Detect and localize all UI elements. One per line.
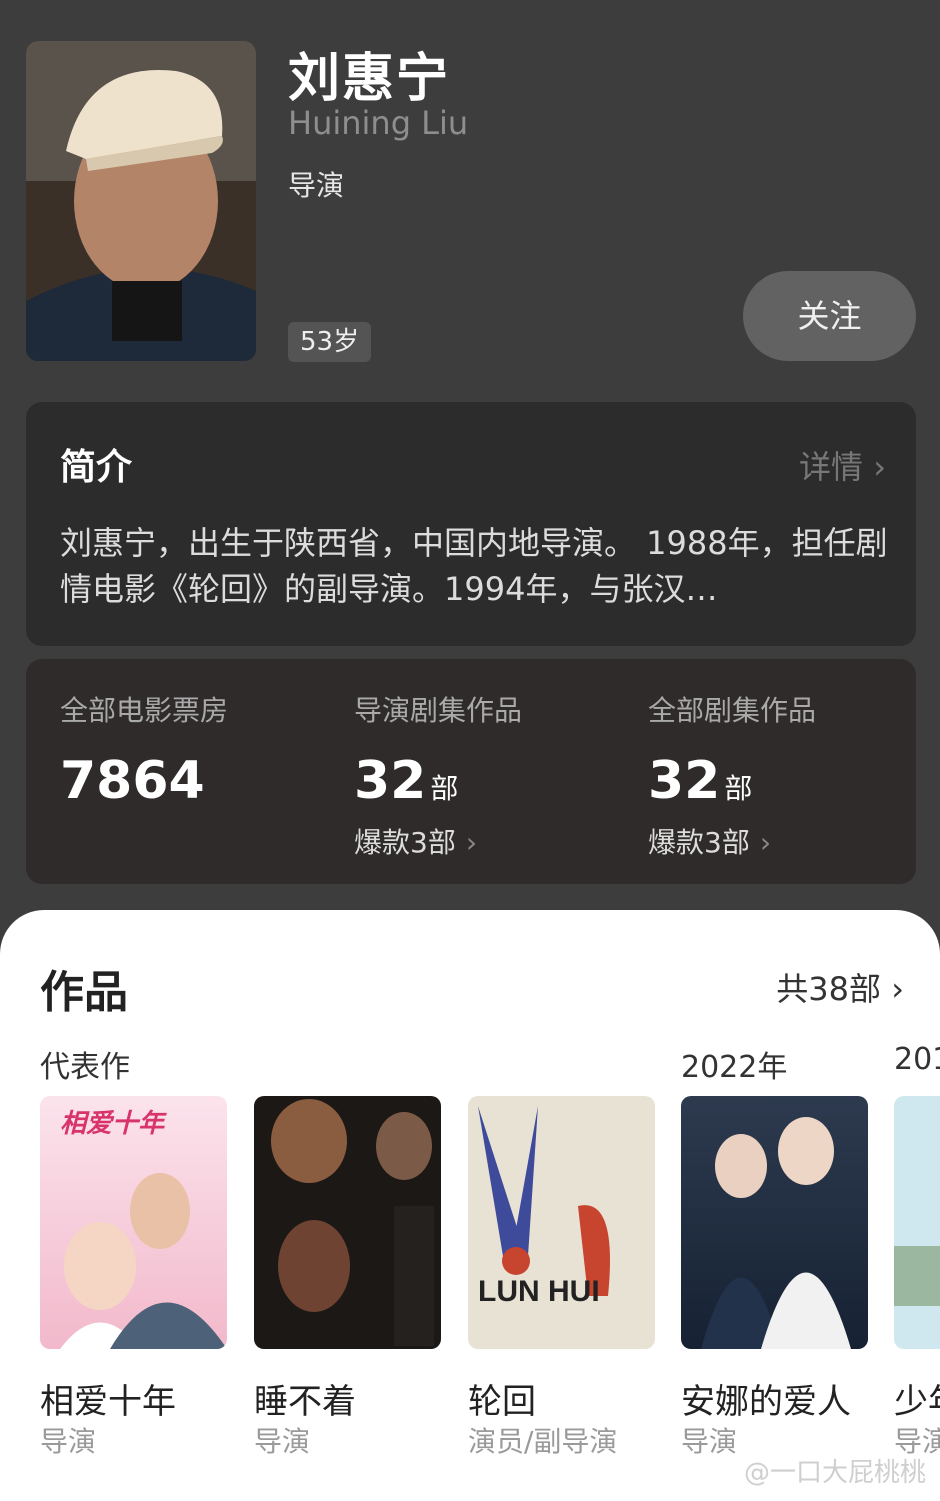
work-role: 演员/副导演: [468, 1425, 618, 1458]
work-title[interactable]: 睡不着: [254, 1374, 356, 1423]
avatar: [26, 41, 256, 361]
works-title: 作品: [40, 967, 128, 1018]
stat-hits-link[interactable]: 爆款3部 ›: [648, 821, 816, 861]
stat-number: 7864: [60, 751, 205, 811]
work-title[interactable]: 轮回: [468, 1374, 536, 1423]
age-badge: 53岁: [288, 322, 372, 362]
poster-shuibuzhao[interactable]: [254, 1096, 441, 1349]
work-title[interactable]: 少年: [894, 1374, 940, 1423]
intro-details-link[interactable]: 详情 ›: [799, 442, 886, 488]
poster-image: 相爱十年: [40, 1096, 227, 1349]
stat-value: 7864: [60, 751, 228, 811]
stat-unit: 部: [724, 772, 753, 805]
poster-image: [894, 1096, 940, 1349]
chevron-right-icon: ›: [465, 826, 478, 859]
stat-number: 32: [648, 751, 721, 811]
person-name: 刘惠宁: [288, 49, 451, 109]
intro-card: 简介 详情 › 刘惠宁，出生于陕西省，中国内地导演。 1988年，担任剧情电影《…: [26, 402, 916, 646]
intro-title: 简介: [60, 447, 133, 488]
stat-label: 导演剧集作品: [354, 694, 523, 727]
work-title[interactable]: 相爱十年: [40, 1374, 176, 1423]
poster-image: [254, 1096, 441, 1349]
stat-label: 全部剧集作品: [648, 694, 817, 727]
chevron-right-icon: ›: [759, 826, 772, 859]
label-representative: 代表作: [40, 1050, 130, 1085]
poster-xiangai-shinian[interactable]: 相爱十年: [40, 1096, 227, 1349]
stat-box-office: 全部电影票房 7864: [60, 689, 228, 811]
person-english-name: Huining Liu: [288, 104, 469, 142]
stat-value: 32 部: [354, 751, 522, 811]
works-sheet: 作品 共38部 › 代表作 2022年 201 相爱十年: [0, 910, 940, 1501]
poster-anna-de-airen[interactable]: [681, 1096, 868, 1349]
label-year-2022: 2022年: [681, 1050, 788, 1085]
stat-hits: 爆款3部: [648, 826, 750, 859]
watermark: @一口大屁桃桃: [743, 1458, 926, 1488]
poster-image: LUN HUI: [468, 1096, 655, 1349]
stats-card: 全部电影票房 7864 导演剧集作品 32 部 爆款3部 › 全部剧集作品 32 部 …: [26, 659, 916, 884]
svg-text:LUN HUI: LUN HUI: [478, 1275, 600, 1308]
work-role: 导演: [681, 1425, 738, 1458]
poster-image: [681, 1096, 868, 1349]
stat-hits: 爆款3部: [354, 826, 456, 859]
works-count-link[interactable]: 共38部 ›: [776, 964, 904, 1010]
follow-button[interactable]: 关注: [743, 271, 916, 361]
poster-lunhui[interactable]: LUN HUI: [468, 1096, 655, 1349]
label-year: 201: [894, 1042, 940, 1077]
stat-unit: 部: [430, 772, 459, 805]
person-role: 导演: [288, 169, 345, 202]
svg-text:相爱十年: 相爱十年: [60, 1109, 167, 1138]
stat-number: 32: [354, 751, 427, 811]
stat-directed-series[interactable]: 导演剧集作品 32 部 爆款3部 ›: [354, 689, 522, 861]
stat-all-series[interactable]: 全部剧集作品 32 部 爆款3部 ›: [648, 689, 816, 861]
work-role: 导演: [254, 1425, 311, 1458]
work-title[interactable]: 安娜的爱人: [681, 1374, 851, 1423]
stat-label: 全部电影票房: [60, 694, 229, 727]
stat-hits-link[interactable]: 爆款3部 ›: [354, 821, 522, 861]
stat-value: 32 部: [648, 751, 816, 811]
intro-text: 刘惠宁，出生于陕西省，中国内地导演。 1988年，担任剧情电影《轮回》的副导演。…: [60, 524, 888, 608]
director-photo: [26, 41, 256, 361]
poster-shaonian[interactable]: [894, 1096, 940, 1349]
work-role: 导演: [40, 1425, 97, 1458]
